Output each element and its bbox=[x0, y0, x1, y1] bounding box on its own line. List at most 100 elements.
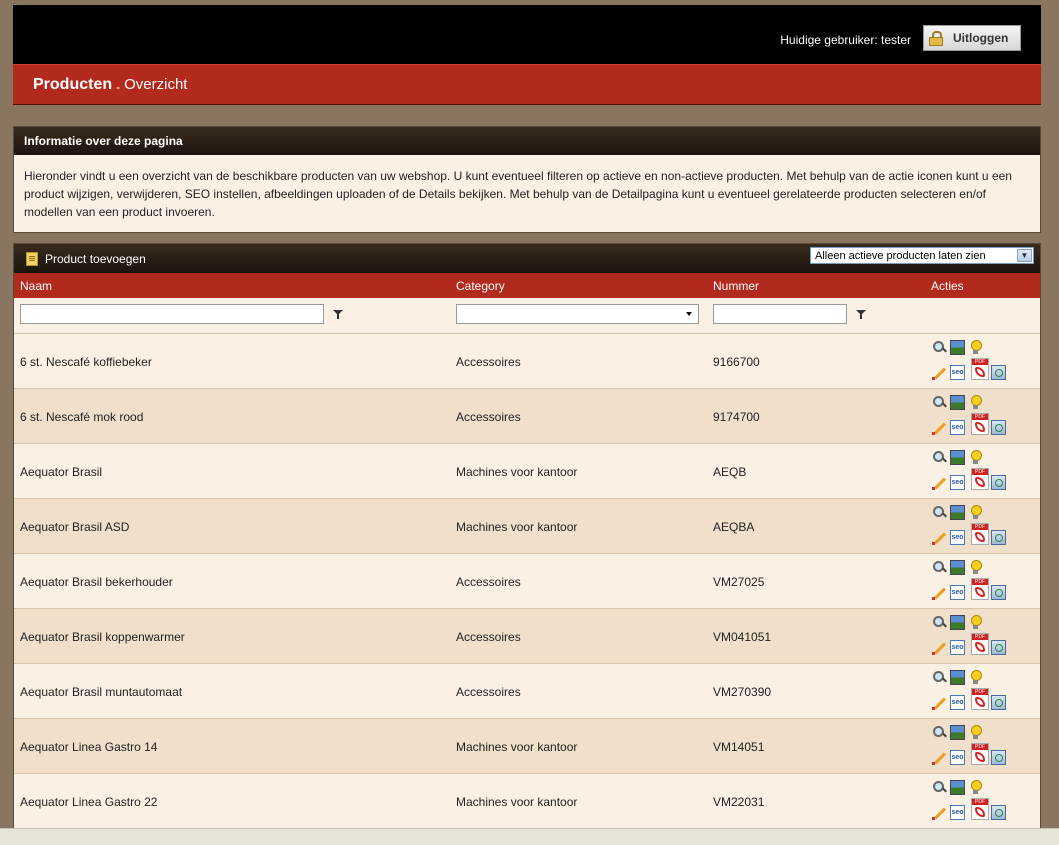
image-icon[interactable] bbox=[950, 395, 965, 410]
image-icon[interactable] bbox=[950, 670, 965, 685]
product-category: Machines voor kantoor bbox=[456, 795, 578, 809]
details-bulb-icon[interactable] bbox=[968, 395, 983, 410]
seo-icon[interactable]: seo bbox=[950, 530, 965, 545]
product-name: Aequator Brasil bbox=[20, 465, 103, 479]
edit-icon[interactable] bbox=[932, 366, 947, 381]
table-row[interactable]: Aequator Brasil ASD Machines voor kantoor… bbox=[14, 499, 1040, 554]
row-actions: seo bbox=[932, 670, 1012, 714]
seo-icon[interactable]: seo bbox=[950, 750, 965, 765]
seo-icon[interactable]: seo bbox=[950, 640, 965, 655]
product-name: 6 st. Nescafé koffiebeker bbox=[20, 355, 152, 369]
view-icon[interactable] bbox=[932, 725, 947, 740]
edit-icon[interactable] bbox=[932, 806, 947, 821]
table-row[interactable]: 6 st. Nescafé mok rood Accessoires 9174700… bbox=[14, 389, 1040, 444]
delete-icon[interactable] bbox=[991, 695, 1006, 710]
pdf-icon[interactable] bbox=[971, 358, 989, 380]
delete-icon[interactable] bbox=[991, 585, 1006, 600]
details-bulb-icon[interactable] bbox=[968, 340, 983, 355]
seo-icon[interactable]: seo bbox=[950, 475, 965, 490]
seo-icon[interactable]: seo bbox=[950, 365, 965, 380]
product-number: 9166700 bbox=[713, 355, 760, 369]
product-grid: Product toevoegen Alleen actieve product… bbox=[13, 243, 1041, 832]
table-body: 6 st. Nescafé koffiebeker Accessoires 9166… bbox=[14, 334, 1040, 829]
table-row[interactable]: Aequator Brasil bekerhouder Accessoires VM… bbox=[14, 554, 1040, 609]
details-bulb-icon[interactable] bbox=[968, 560, 983, 575]
pdf-icon[interactable] bbox=[971, 743, 989, 765]
pdf-icon[interactable] bbox=[971, 578, 989, 600]
pdf-icon[interactable] bbox=[971, 413, 989, 435]
seo-icon[interactable]: seo bbox=[950, 585, 965, 600]
pdf-icon[interactable] bbox=[971, 633, 989, 655]
chevron-down-icon[interactable]: ▼ bbox=[1017, 249, 1032, 262]
details-bulb-icon[interactable] bbox=[968, 725, 983, 740]
view-icon[interactable] bbox=[932, 395, 947, 410]
details-bulb-icon[interactable] bbox=[968, 780, 983, 795]
product-number: VM14051 bbox=[713, 740, 765, 754]
delete-icon[interactable] bbox=[991, 475, 1006, 490]
active-filter-value: Alleen actieve producten laten zien bbox=[815, 249, 986, 262]
view-icon[interactable] bbox=[932, 340, 947, 355]
add-product-icon[interactable] bbox=[26, 251, 38, 266]
pdf-icon[interactable] bbox=[971, 523, 989, 545]
column-header-number[interactable]: Nummer bbox=[713, 279, 759, 293]
image-icon[interactable] bbox=[950, 780, 965, 795]
seo-icon[interactable]: seo bbox=[950, 420, 965, 435]
image-icon[interactable] bbox=[950, 340, 965, 355]
pdf-icon[interactable] bbox=[971, 688, 989, 710]
edit-icon[interactable] bbox=[932, 476, 947, 491]
page-subtitle: Overzicht bbox=[124, 76, 188, 93]
seo-icon[interactable]: seo bbox=[950, 695, 965, 710]
edit-icon[interactable] bbox=[932, 751, 947, 766]
image-icon[interactable] bbox=[950, 725, 965, 740]
delete-icon[interactable] bbox=[991, 530, 1006, 545]
column-header-category[interactable]: Category bbox=[456, 279, 505, 293]
logout-button[interactable]: Uitloggen bbox=[923, 25, 1021, 51]
edit-icon[interactable] bbox=[932, 531, 947, 546]
product-number: AEQB bbox=[713, 465, 747, 479]
pdf-icon[interactable] bbox=[971, 468, 989, 490]
image-icon[interactable] bbox=[950, 505, 965, 520]
table-row[interactable]: 6 st. Nescafé koffiebeker Accessoires 9166… bbox=[14, 334, 1040, 389]
view-icon[interactable] bbox=[932, 505, 947, 520]
number-filter-icon[interactable] bbox=[856, 310, 866, 319]
active-filter-select[interactable]: Alleen actieve producten laten zien ▼ bbox=[810, 247, 1034, 264]
view-icon[interactable] bbox=[932, 560, 947, 575]
delete-icon[interactable] bbox=[991, 420, 1006, 435]
details-bulb-icon[interactable] bbox=[968, 450, 983, 465]
delete-icon[interactable] bbox=[991, 750, 1006, 765]
dropdown-arrow-icon[interactable] bbox=[686, 312, 692, 316]
product-category: Accessoires bbox=[456, 630, 521, 644]
delete-icon[interactable] bbox=[991, 365, 1006, 380]
table-row[interactable]: Aequator Brasil koppenwarmer Accessoires V… bbox=[14, 609, 1040, 664]
view-icon[interactable] bbox=[932, 450, 947, 465]
name-filter-icon[interactable] bbox=[333, 310, 343, 319]
edit-icon[interactable] bbox=[932, 641, 947, 656]
view-icon[interactable] bbox=[932, 670, 947, 685]
image-icon[interactable] bbox=[950, 450, 965, 465]
category-filter-select[interactable] bbox=[456, 304, 699, 324]
table-row[interactable]: Aequator Linea Gastro 14 Machines voor ka… bbox=[14, 719, 1040, 774]
details-bulb-icon[interactable] bbox=[968, 615, 983, 630]
details-bulb-icon[interactable] bbox=[968, 505, 983, 520]
page-title-bar: Producten - Overzicht bbox=[13, 64, 1041, 105]
edit-icon[interactable] bbox=[932, 421, 947, 436]
view-icon[interactable] bbox=[932, 615, 947, 630]
delete-icon[interactable] bbox=[991, 640, 1006, 655]
add-product-link[interactable]: Product toevoegen bbox=[45, 252, 146, 266]
image-icon[interactable] bbox=[950, 615, 965, 630]
edit-icon[interactable] bbox=[932, 586, 947, 601]
name-filter-input[interactable] bbox=[20, 304, 324, 324]
number-filter-input[interactable] bbox=[713, 304, 847, 324]
details-bulb-icon[interactable] bbox=[968, 670, 983, 685]
column-header-name[interactable]: Naam bbox=[20, 279, 52, 293]
seo-icon[interactable]: seo bbox=[950, 805, 965, 820]
table-row[interactable]: Aequator Linea Gastro 22 Machines voor ka… bbox=[14, 774, 1040, 829]
table-row[interactable]: Aequator Brasil Machines voor kantoor AEQB… bbox=[14, 444, 1040, 499]
delete-icon[interactable] bbox=[991, 805, 1006, 820]
image-icon[interactable] bbox=[950, 560, 965, 575]
table-row[interactable]: Aequator Brasil muntautomaat Accessoires V… bbox=[14, 664, 1040, 719]
pdf-icon[interactable] bbox=[971, 798, 989, 820]
view-icon[interactable] bbox=[932, 780, 947, 795]
product-number: VM22031 bbox=[713, 795, 765, 809]
edit-icon[interactable] bbox=[932, 696, 947, 711]
